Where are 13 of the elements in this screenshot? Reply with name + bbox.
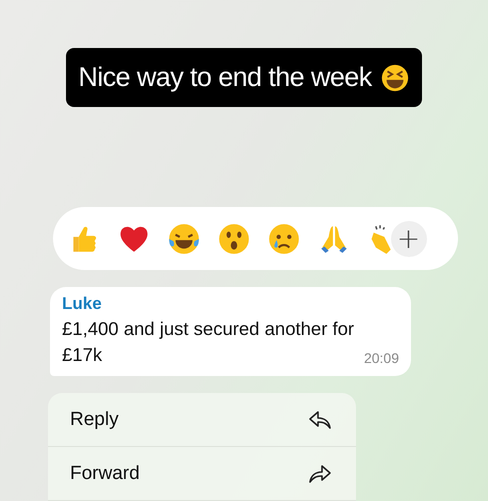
grinning-squinting-face-icon bbox=[380, 62, 410, 93]
laughing-face-icon[interactable] bbox=[166, 222, 200, 256]
message-time: 20:09 bbox=[364, 350, 399, 368]
surprised-face-icon[interactable] bbox=[216, 222, 250, 256]
sender-name: Luke bbox=[62, 294, 103, 314]
caption-text: Nice way to end the week bbox=[78, 62, 372, 94]
add-reaction-button[interactable]: + bbox=[390, 220, 426, 257]
menu-item[interactable]: Reply bbox=[48, 393, 356, 447]
reply-icon bbox=[308, 408, 332, 430]
crying-face-icon[interactable] bbox=[266, 222, 300, 256]
menu-item[interactable]: Forward bbox=[48, 447, 356, 501]
message-text: £1,400 and just secured another for £17k bbox=[62, 317, 356, 367]
forward-icon bbox=[308, 462, 332, 484]
